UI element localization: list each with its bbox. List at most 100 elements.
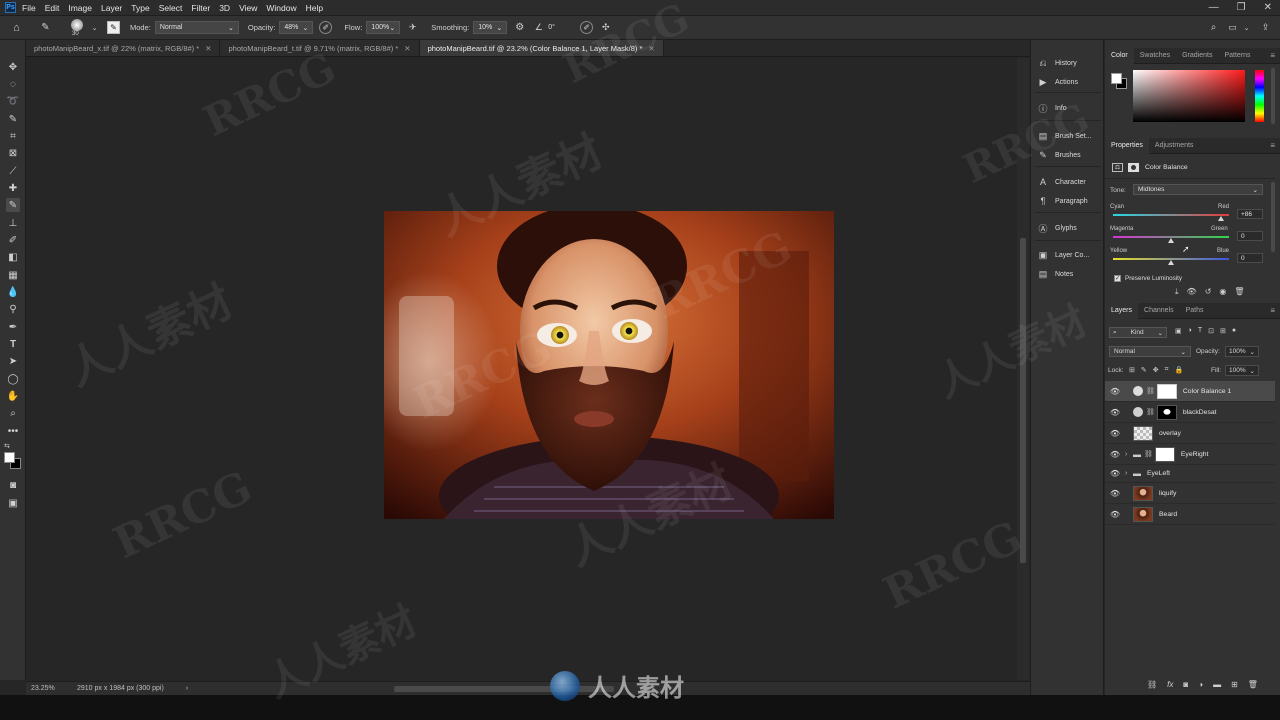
swap-colors-icon[interactable]: ⇆ [4,442,10,450]
slider-cyan-red-thumb[interactable] [1217,216,1224,221]
search-icon[interactable]: ⌕ [1207,21,1220,34]
preserve-luminosity-checkbox[interactable]: ✓ [1114,275,1121,282]
tab-channels[interactable]: Channels [1138,303,1180,319]
symmetry-butterfly-icon[interactable]: ✣ [599,21,612,34]
quick-mask-icon[interactable]: ◙ [6,478,20,492]
trash-icon[interactable]: 🗑 [1234,287,1244,297]
pen-tool-icon[interactable]: ✒ [6,320,20,334]
add-mask-icon[interactable]: ◙ [1183,680,1188,689]
brush-preset-picker[interactable]: 30 [66,18,88,38]
layer-row-color-balance-1[interactable]: 👁 ⛓ Color Balance 1 [1105,381,1275,402]
type-tool-icon[interactable]: T [6,337,20,351]
tab-layers[interactable]: Layers [1105,302,1139,319]
eraser-tool-icon[interactable]: ◧ [6,250,20,264]
lock-position-icon[interactable]: ✥ [1153,366,1159,374]
layer-opacity-field[interactable]: 100% ⌄ [1225,346,1259,357]
workspace-icon[interactable]: ▭ [1226,21,1239,34]
opacity-field[interactable]: 48% ⌄ [279,21,314,34]
menu-view[interactable]: View [239,3,257,13]
vertical-scrollbar[interactable] [1271,182,1275,252]
history-brush-tool-icon[interactable]: ✐ [6,233,20,247]
close-icon[interactable]: ✕ [404,44,410,53]
share-icon[interactable]: ⇪ [1259,21,1272,34]
shape-tool-icon[interactable]: ◯ [6,372,20,386]
trash-icon[interactable]: 🗑 [1248,680,1258,689]
foreground-color-swatch[interactable] [1111,73,1122,84]
airbrush-icon[interactable]: ✈ [406,21,419,34]
chevron-right-icon[interactable]: › [1125,451,1133,458]
hand-tool-icon[interactable]: ✋ [6,389,20,403]
marquee-tool-icon[interactable]: ◌ [6,77,20,91]
pressure-opacity-icon[interactable]: ✐ [319,21,333,34]
home-icon[interactable]: ⌂ [10,21,23,34]
new-layer-icon[interactable]: ⊞ [1231,680,1238,689]
layer-style-icon[interactable]: fx [1167,680,1173,689]
close-icon[interactable]: ✕ [1264,2,1272,13]
chevron-down-icon[interactable]: ⌄ [1240,21,1253,34]
eye-icon[interactable]: 👁 [1105,408,1125,417]
tab-adjustments[interactable]: Adjustments [1149,138,1200,154]
menu-layer[interactable]: Layer [101,3,122,13]
filter-toggle-icon[interactable]: ● [1232,327,1236,335]
chevron-down-icon[interactable]: ⌄ [88,21,101,34]
vertical-scrollbar[interactable] [1017,58,1029,680]
layer-row-blackdesat[interactable]: 👁 ⛓ blackDesat [1105,402,1275,423]
layer-row-eyeleft[interactable]: 👁 › ▬ EyeLeft [1105,465,1275,483]
panel-paragraph[interactable]: ¶ Paragraph [1037,195,1088,207]
panel-menu-icon[interactable]: ≡ [1270,306,1275,315]
tab-document-3[interactable]: photoManipBeard.tif @ 23.2% (Color Balan… [419,40,664,56]
brush-tool-icon[interactable]: ✎ [39,21,52,34]
eye-icon[interactable]: 👁 [1105,429,1125,438]
menu-type[interactable]: Type [131,3,149,13]
tab-document-1[interactable]: photoManipBeard_x.tif @ 22% (matrix, RGB… [26,40,221,56]
blur-tool-icon[interactable]: 💧 [6,285,20,299]
layer-mask-thumbnail[interactable] [1156,383,1177,399]
screen-mode-icon[interactable]: ▣ [6,496,20,510]
link-layers-icon[interactable]: ⛓ [1147,680,1157,689]
visibility-icon[interactable]: ◉ [1219,287,1226,297]
menu-help[interactable]: Help [306,3,323,13]
cyan-red-value[interactable]: +86 [1237,209,1263,219]
eye-icon[interactable]: 👁 [1105,387,1125,396]
tab-color[interactable]: Color [1105,47,1134,64]
filter-pixel-icon[interactable]: ▣ [1175,327,1182,335]
panel-actions[interactable]: ▶ Actions [1037,76,1078,88]
layer-row-liquify[interactable]: 👁 liquify [1105,483,1275,504]
color-picker-field[interactable] [1133,70,1245,122]
gradient-tool-icon[interactable]: ▦ [6,268,20,282]
lasso-tool-icon[interactable]: ➰ [6,94,20,108]
angle-value[interactable]: 0° [548,24,574,31]
scrollbar-thumb[interactable] [1020,238,1026,563]
chevron-right-icon[interactable]: › [1125,470,1133,477]
layer-mask-thumbnail[interactable] [1154,446,1175,462]
panel-character[interactable]: A Character [1037,176,1086,188]
menu-image[interactable]: Image [68,3,92,13]
zoom-tool-icon[interactable]: ⌕ [6,406,20,420]
vertical-scrollbar[interactable] [1271,381,1275,401]
blend-mode-select[interactable]: Normal ⌄ [1109,346,1191,357]
filter-shape-icon[interactable]: ⊡ [1208,327,1214,335]
brush-tool-icon[interactable]: ✎ [6,198,20,212]
eye-icon[interactable]: 👁 [1105,510,1125,519]
vertical-scrollbar[interactable] [1271,68,1275,124]
layer-mask-thumbnail[interactable] [1156,404,1177,420]
tab-document-2[interactable]: photoManipBeard_t.tif @ 9.71% (matrix, R… [220,40,420,56]
menu-3d[interactable]: 3D [219,3,230,13]
menu-edit[interactable]: Edit [45,3,60,13]
gear-icon[interactable]: ⚙ [513,21,526,34]
chevron-right-icon[interactable]: › [186,685,188,692]
filter-adjustment-icon[interactable]: ◑ [1188,327,1192,335]
quick-select-tool-icon[interactable]: ✎ [6,112,20,126]
eye-icon[interactable]: 👁 [1105,450,1125,459]
more-tools-icon[interactable]: ••• [6,424,20,438]
filter-type-icon[interactable]: T [1198,327,1202,335]
layer-thumbnail[interactable] [1133,485,1153,501]
path-select-tool-icon[interactable]: ➤ [6,354,20,368]
brush-settings-icon[interactable]: ✎ [107,21,120,34]
panel-brush-settings[interactable]: ▤ Brush Set... [1037,130,1092,142]
view-previous-icon[interactable]: 👁 [1187,287,1197,297]
minimize-icon[interactable]: — [1209,2,1219,13]
magenta-green-value[interactable]: 0 [1237,231,1263,241]
panel-info[interactable]: ⓘ Info [1037,102,1066,114]
hue-slider[interactable] [1255,70,1264,122]
